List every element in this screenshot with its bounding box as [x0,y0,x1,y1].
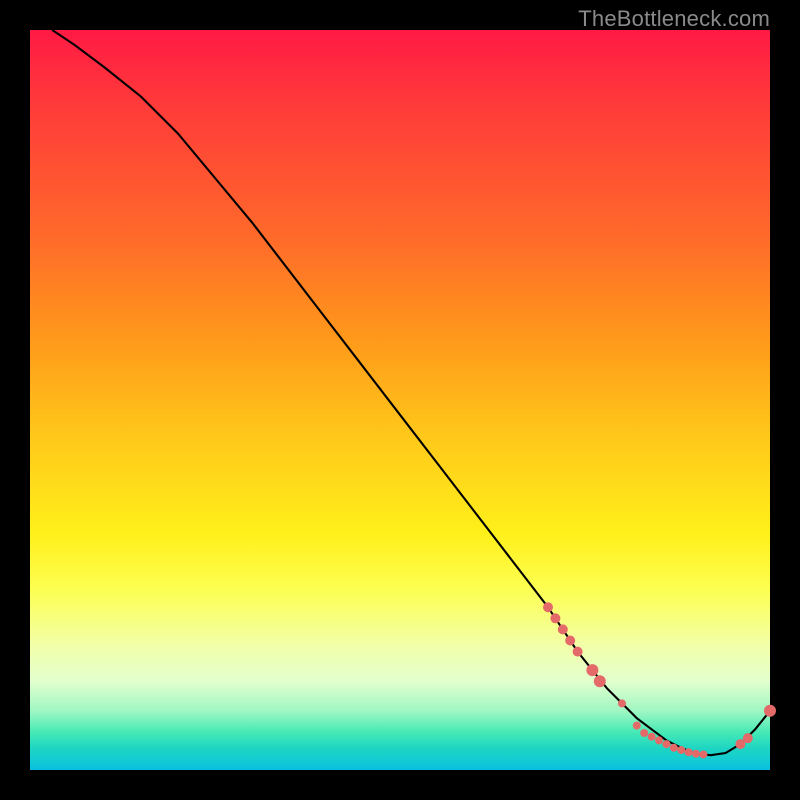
data-point [586,664,598,676]
chart-svg [30,30,770,770]
data-point [648,733,656,741]
data-point [640,729,648,737]
data-point [662,740,670,748]
data-point [543,602,553,612]
data-point [764,705,776,717]
data-point [655,736,663,744]
data-point [743,733,753,743]
chart-frame: TheBottleneck.com [0,0,800,800]
data-point [550,613,560,623]
data-point [594,675,606,687]
data-point [618,699,626,707]
bottleneck-curve [52,30,770,755]
data-point [685,748,693,756]
data-point [670,744,678,752]
data-point [573,647,583,657]
data-point [692,750,700,758]
data-point [699,750,707,758]
data-point [558,624,568,634]
plot-area [30,30,770,770]
data-point [633,722,641,730]
data-point [677,746,685,754]
data-point [565,636,575,646]
watermark-text: TheBottleneck.com [578,6,770,32]
